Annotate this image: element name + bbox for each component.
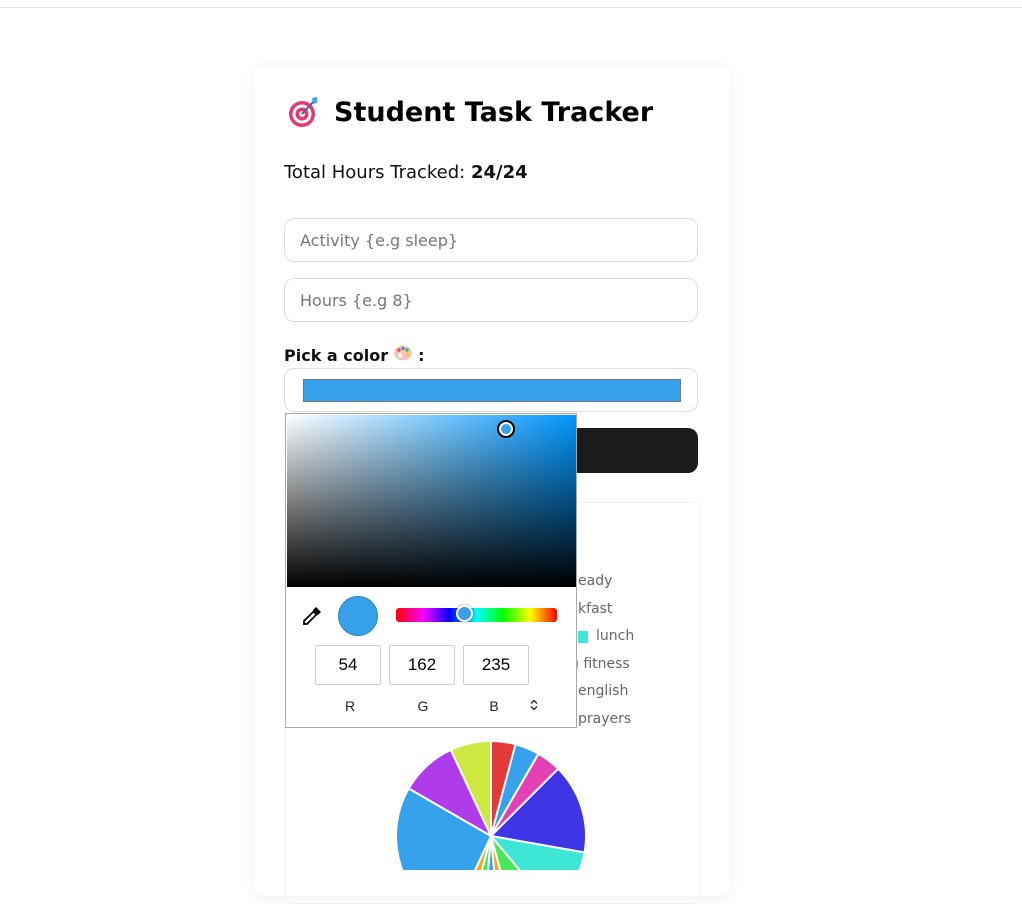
- legend-item-fitness[interactable]: g fitness: [570, 656, 630, 672]
- color-input[interactable]: [284, 368, 698, 412]
- hours-placeholder: Hours {e.g 8}: [300, 290, 413, 310]
- color-label-text: Pick a color: [284, 345, 389, 365]
- saturation-value-handle[interactable]: [497, 420, 515, 438]
- mode-toggle-icon[interactable]: [524, 695, 544, 715]
- color-preview: [338, 596, 378, 636]
- legend-item-prayers[interactable]: prayers: [578, 711, 631, 727]
- total-hours-label: Total Hours Tracked:: [284, 162, 466, 183]
- eyedropper-icon[interactable]: [301, 605, 323, 627]
- green-label: G: [417, 698, 429, 714]
- activity-input[interactable]: Activity {e.g sleep}: [284, 218, 698, 262]
- activity-placeholder: Activity {e.g sleep}: [300, 230, 459, 250]
- blue-value-input[interactable]: 235: [463, 645, 529, 685]
- red-label: R: [344, 698, 356, 714]
- hours-input[interactable]: Hours {e.g 8}: [284, 278, 698, 322]
- green-value-input[interactable]: 162: [389, 645, 455, 685]
- legend-swatch-lunch: [578, 631, 588, 643]
- legend-item-breakfast[interactable]: kfast: [578, 601, 612, 617]
- color-picker-popup: 54 162 235 R G B: [285, 413, 577, 728]
- palette-icon: [393, 344, 413, 366]
- color-label: Pick a color :: [284, 344, 425, 366]
- top-divider: [0, 7, 1022, 8]
- legend-item-get-ready[interactable]: eady: [578, 573, 612, 589]
- app-title: Student Task Tracker: [334, 96, 654, 128]
- color-swatch[interactable]: [303, 379, 681, 402]
- color-label-colon: :: [418, 345, 425, 365]
- legend-item-lunch[interactable]: lunch: [596, 628, 634, 644]
- direct-hit-icon: [286, 95, 320, 129]
- saturation-value-area[interactable]: [287, 415, 576, 587]
- hue-slider[interactable]: [396, 605, 557, 622]
- blue-label: B: [489, 698, 499, 714]
- page-title: Student Task Tracker: [286, 92, 653, 132]
- red-value-input[interactable]: 54: [315, 645, 381, 685]
- legend-item-english[interactable]: english: [578, 683, 628, 699]
- total-hours-value: 24/24: [470, 162, 528, 183]
- pie-chart: [395, 740, 587, 870]
- total-hours: Total Hours Tracked: 24/24: [284, 162, 528, 183]
- hue-slider-handle[interactable]: [456, 605, 473, 622]
